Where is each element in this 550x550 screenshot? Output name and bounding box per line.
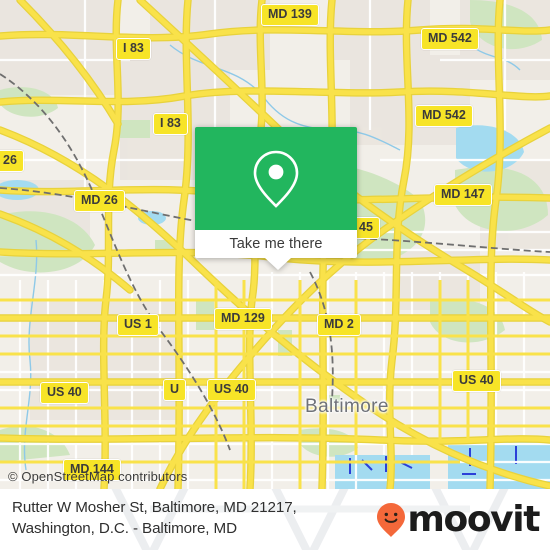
popup-pointer [265, 258, 291, 270]
map-pin-icon [253, 150, 299, 208]
address-line-2: Washington, D.C. - Baltimore, MD [12, 520, 237, 537]
road-shield: I 83 [153, 113, 188, 135]
moovit-smiley-pin-icon [377, 503, 406, 537]
map-canvas[interactable]: MD 139 MD 542 I 83 MD 542 I 83 26 MD 26 … [0, 0, 550, 489]
city-label-baltimore: Baltimore [305, 396, 389, 417]
road-shield: US 40 [452, 370, 501, 392]
popup-header [195, 127, 357, 230]
road-shield: 26 [0, 150, 24, 172]
road-shield: US 40 [207, 379, 256, 401]
road-shield: MD 129 [214, 308, 272, 330]
road-shield: MD 542 [421, 28, 479, 50]
moovit-wordmark: moovit [407, 499, 540, 540]
road-shield: MD 147 [434, 184, 492, 206]
road-shield: US 1 [117, 314, 159, 336]
road-shield: US 40 [40, 382, 89, 404]
address-line-1: Rutter W Mosher St, Baltimore, MD 21217, [12, 499, 297, 516]
take-me-there-label: Take me there [229, 236, 323, 252]
road-shield: MD 139 [261, 4, 319, 26]
popup-action-bar[interactable]: Take me there [195, 230, 357, 258]
footer-bar: Rutter W Mosher St, Baltimore, MD 21217,… [0, 489, 550, 550]
road-shield: I 83 [116, 38, 151, 60]
road-shield: MD 26 [74, 190, 125, 212]
address-block: Rutter W Mosher St, Baltimore, MD 21217,… [12, 497, 297, 539]
road-shield: MD 2 [317, 314, 361, 336]
moovit-map-card: MD 139 MD 542 I 83 MD 542 I 83 26 MD 26 … [0, 0, 550, 550]
road-shield: MD 542 [415, 105, 473, 127]
moovit-logo[interactable]: moovit [376, 499, 540, 540]
location-popup[interactable]: Take me there [195, 127, 357, 270]
road-shield: U [163, 379, 187, 401]
map-attribution: © OpenStreetMap contributors [8, 469, 188, 484]
